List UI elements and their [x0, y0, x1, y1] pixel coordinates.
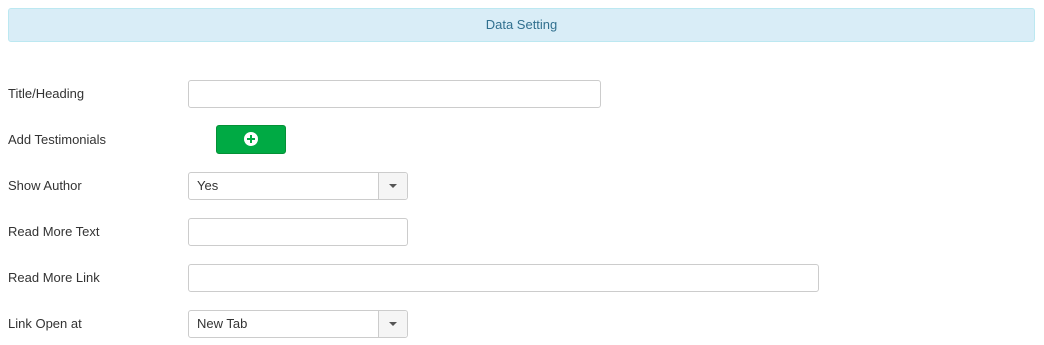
read-more-link-label: Read More Link	[8, 270, 100, 285]
link-open-at-select[interactable]: New Tab	[188, 310, 408, 338]
show-author-label: Show Author	[8, 178, 82, 193]
read-more-text-label: Read More Text	[8, 224, 100, 239]
link-open-at-label: Link Open at	[8, 316, 82, 331]
read-more-text-row: Read More Text	[0, 218, 1044, 246]
show-author-row: Show Author Yes	[0, 172, 1044, 200]
read-more-link-row: Read More Link	[0, 264, 1044, 292]
show-author-selected-value: Yes	[197, 178, 219, 193]
read-more-link-input[interactable]	[188, 264, 819, 292]
data-setting-panel: Data Setting Title/Heading Add Testimoni…	[0, 0, 1044, 345]
read-more-text-input[interactable]	[188, 218, 408, 246]
title-heading-label: Title/Heading	[8, 86, 85, 101]
plus-circle-icon	[244, 132, 258, 146]
caret-down-icon	[389, 184, 397, 188]
link-open-at-row: Link Open at New Tab	[0, 310, 1044, 338]
title-heading-row: Title/Heading	[0, 80, 1044, 108]
caret-down-icon	[389, 322, 397, 326]
title-heading-input[interactable]	[188, 80, 601, 108]
section-title: Data Setting	[485, 17, 558, 32]
show-author-dropdown-toggle[interactable]	[378, 173, 407, 199]
show-author-select[interactable]: Yes	[188, 172, 408, 200]
add-testimonials-label: Add Testimonials	[8, 132, 107, 147]
add-testimonials-row: Add Testimonials	[0, 125, 1044, 154]
add-testimonial-button[interactable]	[216, 125, 286, 154]
link-open-at-selected-value: New Tab	[197, 316, 248, 331]
link-open-at-dropdown-toggle[interactable]	[378, 311, 407, 337]
section-header: Data Setting	[8, 8, 1035, 42]
